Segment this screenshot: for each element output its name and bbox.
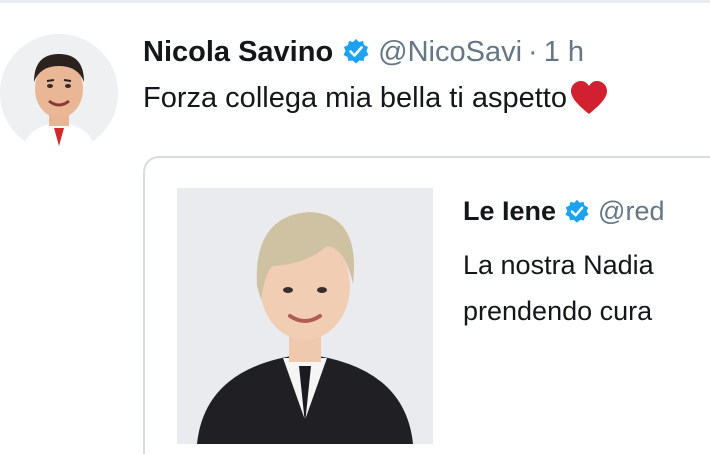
verified-badge-icon [342,38,370,66]
quoted-tweet-text-line: La nostra Nadia [463,250,654,280]
quoted-tweet-header: Le Iene @red [463,196,664,227]
quoted-tweet-image [177,188,433,444]
red-heart-icon [569,80,609,116]
tweet-screenshot: Nicola Savino @NicoSavi · 1 h Forza coll… [0,0,710,454]
quoted-tweet-card[interactable]: Le Iene @red La nostra Nadia prendendo c… [143,156,710,454]
tweet-text: Forza collega mia bella ti aspetto [143,80,609,116]
tweet-body: Forza collega mia bella ti aspetto [143,81,567,114]
verified-badge-icon [564,199,590,225]
divider [0,0,710,3]
quoted-author-name[interactable]: Le Iene [463,196,556,227]
author-handle[interactable]: @NicoSavi [378,36,522,69]
author-avatar[interactable] [0,34,118,152]
author-name[interactable]: Nicola Savino [143,36,333,69]
separator-dot: · [528,35,538,68]
quoted-tweet-text-line: prendendo cura [463,296,653,326]
timestamp[interactable]: 1 h [544,36,584,69]
quoted-author-handle[interactable]: @red [598,196,664,227]
tweet-header: Nicola Savino @NicoSavi · 1 h [143,30,584,74]
